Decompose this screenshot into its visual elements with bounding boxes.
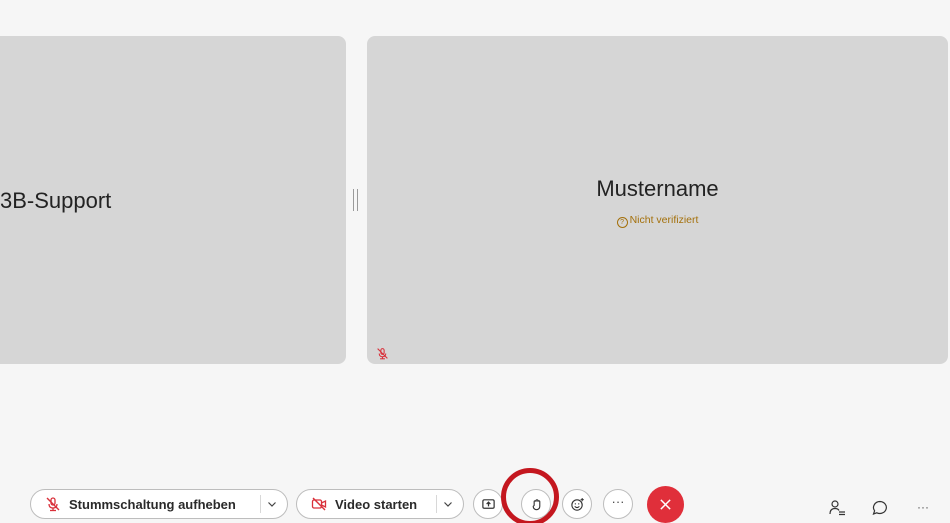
more-options-button[interactable]: ··· [603, 489, 633, 519]
tile-resize-handle[interactable] [353, 189, 359, 211]
verification-status: ? Nicht verifiziert [367, 214, 948, 228]
verification-status-label: Nicht verifiziert [629, 214, 699, 226]
end-call-button[interactable] [647, 486, 684, 523]
divider [436, 495, 437, 513]
chat-icon[interactable] [870, 498, 890, 518]
participants-icon[interactable] [828, 498, 848, 518]
close-icon [660, 499, 671, 510]
participant-name: 3B-Support [0, 188, 112, 213]
participant-tile-mustername[interactable]: Mustername ? Nicht verifiziert [367, 36, 948, 364]
share-screen-icon [481, 498, 495, 509]
divider [260, 495, 261, 513]
reactions-icon [570, 497, 584, 511]
meeting-window: 3B-Support Mustername ? Nicht verifiziert [0, 0, 950, 523]
chevron-down-icon[interactable] [267, 499, 277, 509]
raise-hand-button[interactable] [521, 489, 551, 519]
overflow-menu-button[interactable]: ··· [913, 500, 933, 520]
video-off-icon [311, 497, 327, 511]
participant-name: Mustername [596, 176, 719, 201]
meeting-controls: Stummschaltung aufheben Video starten ··… [0, 480, 950, 523]
more-dots-label: ··· [611, 494, 625, 509]
question-circle-icon: ? [616, 217, 628, 228]
share-screen-button[interactable] [473, 489, 503, 519]
start-video-button-label: Video starten [335, 496, 418, 512]
microphone-muted-icon [377, 348, 388, 360]
unmute-button-label: Stummschaltung aufheben [69, 496, 236, 512]
raise-hand-icon [532, 498, 540, 510]
participant-tile-support[interactable]: 3B-Support [0, 36, 346, 364]
reactions-button[interactable] [562, 489, 592, 519]
microphone-muted-icon [46, 497, 60, 512]
chevron-down-icon[interactable] [443, 499, 453, 509]
start-video-button[interactable]: Video starten [296, 489, 464, 519]
unmute-button[interactable]: Stummschaltung aufheben [30, 489, 288, 519]
